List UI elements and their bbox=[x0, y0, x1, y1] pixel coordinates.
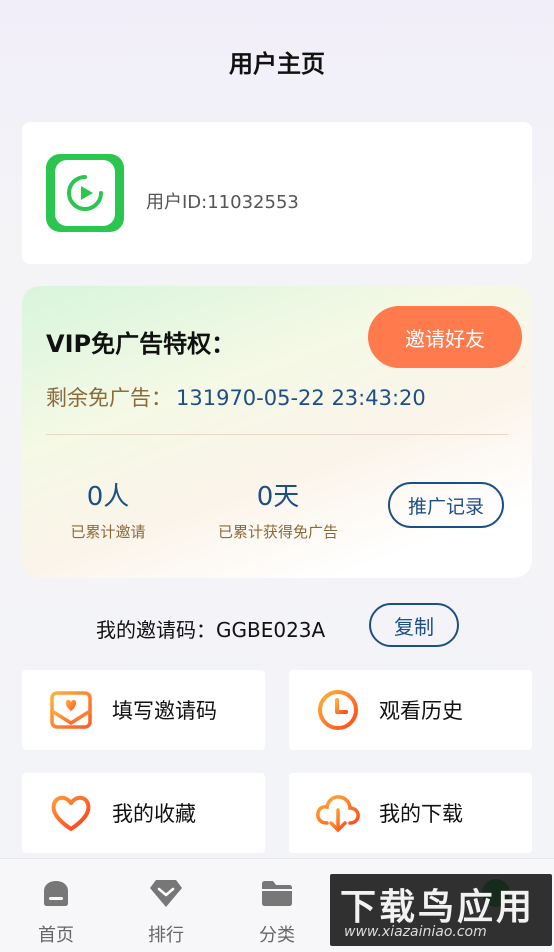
home-icon bbox=[44, 881, 68, 906]
profile-card: 用户ID:11032553 bbox=[22, 122, 532, 264]
invite-code-value: GGBE023A bbox=[216, 618, 326, 642]
invite-code-label: 我的邀请码： bbox=[96, 618, 216, 642]
user-id: 用户ID:11032553 bbox=[146, 192, 299, 213]
play-app-icon bbox=[67, 175, 103, 211]
page-title: 用户主页 bbox=[229, 50, 325, 78]
heart-icon bbox=[51, 795, 91, 831]
invite-code-row: 我的邀请码：GGBE023A bbox=[96, 614, 325, 643]
watch-history-tile[interactable]: 观看历史 bbox=[289, 670, 532, 750]
invited-count: 0人 bbox=[86, 482, 130, 512]
nav-item-ranking[interactable]: 排行 bbox=[126, 875, 206, 947]
nav-label: 首页 bbox=[38, 925, 74, 946]
tile-label: 我的收藏 bbox=[112, 802, 196, 826]
vip-card: VIP免广告特权： 邀请好友 剩余免广告： 131970-05-22 23:43:… bbox=[22, 286, 532, 578]
tile-label: 填写邀请码 bbox=[112, 699, 217, 723]
days-count: 0天 bbox=[256, 482, 300, 512]
enter-invite-code-tile[interactable]: 填写邀请码 bbox=[22, 670, 265, 750]
watermark-title: 下载鸟应用 bbox=[340, 887, 536, 928]
promotion-record-button[interactable]: 推广记录 bbox=[388, 482, 504, 528]
nav-label: 排行 bbox=[148, 925, 184, 946]
remain-value: 131970-05-22 23:43:20 bbox=[176, 386, 426, 410]
nav-item-category[interactable]: 分类 bbox=[237, 875, 317, 947]
vip-title: VIP免广告特权： bbox=[46, 330, 236, 358]
clock-icon bbox=[318, 690, 358, 730]
copy-button[interactable]: 复制 bbox=[369, 603, 459, 647]
cloud-download-icon bbox=[316, 795, 360, 832]
invite-friends-button[interactable]: 邀请好友 bbox=[368, 306, 522, 368]
remain-label: 剩余免广告： bbox=[46, 386, 172, 410]
nav-label: 分类 bbox=[259, 925, 295, 946]
divider bbox=[46, 434, 508, 435]
remain-row: 剩余免广告： 131970-05-22 23:43:20 bbox=[46, 382, 426, 412]
nav-item-home[interactable]: 首页 bbox=[16, 875, 96, 947]
watermark-url: www.xiazainiao.com bbox=[344, 924, 487, 940]
envelope-heart-icon bbox=[50, 691, 92, 729]
my-favorites-tile[interactable]: 我的收藏 bbox=[22, 773, 265, 853]
avatar[interactable] bbox=[46, 154, 124, 232]
diamond-icon bbox=[150, 880, 182, 907]
days-stat: 0天 已累计获得免广告 bbox=[210, 476, 346, 542]
watermark-logo: 下载鸟应用 www.xiazainiao.com bbox=[330, 874, 552, 946]
tile-label: 我的下载 bbox=[379, 802, 463, 826]
tile-label: 观看历史 bbox=[379, 699, 463, 723]
invited-stat: 0人 已累计邀请 bbox=[56, 476, 160, 542]
days-label: 已累计获得免广告 bbox=[217, 523, 338, 541]
my-downloads-tile[interactable]: 我的下载 bbox=[289, 773, 532, 853]
invited-label: 已累计邀请 bbox=[70, 523, 146, 541]
folder-icon bbox=[262, 881, 292, 906]
